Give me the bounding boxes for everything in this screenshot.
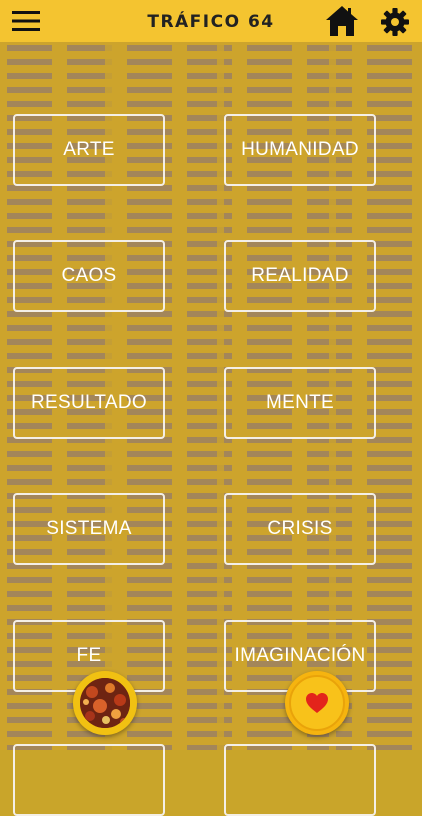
category-button-arte[interactable]: ARTE (13, 114, 165, 186)
category-button-crisis[interactable]: CRISIS (224, 493, 376, 565)
heart-icon (306, 693, 328, 713)
home-icon[interactable] (325, 5, 359, 37)
category-button-humanidad[interactable]: HUMANIDAD (224, 114, 376, 186)
category-button-partial[interactable] (224, 744, 376, 816)
image-gallery-button[interactable] (73, 671, 137, 735)
image-thumbnail-icon (80, 678, 130, 728)
top-bar: TRÁFICO 64 (0, 0, 422, 42)
category-button-mente[interactable]: MENTE (224, 367, 376, 439)
favorites-button[interactable] (285, 671, 349, 735)
category-button-caos[interactable]: CAOS (13, 240, 165, 312)
category-button-partial[interactable] (13, 744, 165, 816)
category-button-resultado[interactable]: RESULTADO (13, 367, 165, 439)
category-button-realidad[interactable]: REALIDAD (224, 240, 376, 312)
gear-icon[interactable] (380, 7, 410, 37)
category-button-sistema[interactable]: SISTEMA (13, 493, 165, 565)
